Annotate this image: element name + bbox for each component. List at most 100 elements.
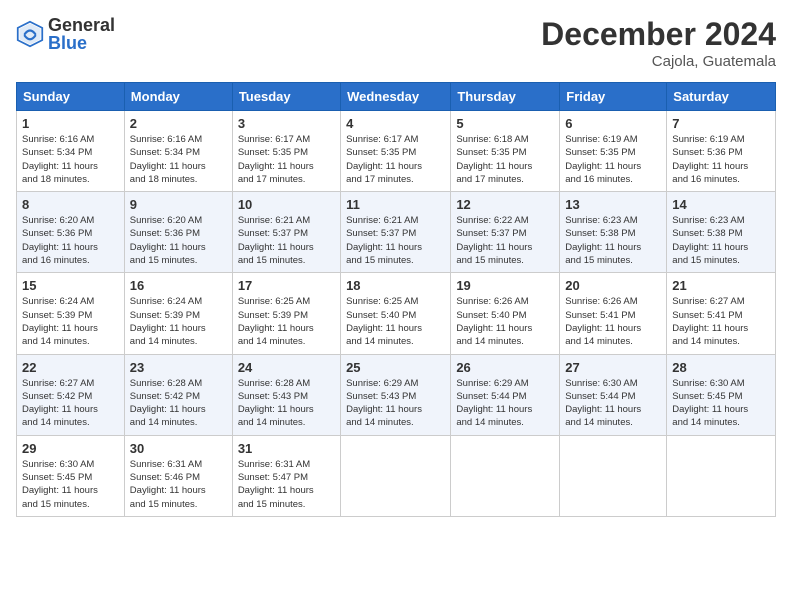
calendar-day-cell: 28 Sunrise: 6:30 AM Sunset: 5:45 PM Dayli… — [667, 354, 776, 435]
month-title: December 2024 — [541, 16, 776, 53]
day-detail: Sunrise: 6:20 AM Sunset: 5:36 PM Dayligh… — [22, 214, 119, 267]
day-number: 17 — [238, 278, 335, 293]
calendar-week-row: 8 Sunrise: 6:20 AM Sunset: 5:36 PM Daylig… — [17, 192, 776, 273]
day-number: 14 — [672, 197, 770, 212]
calendar-day-cell: 9 Sunrise: 6:20 AM Sunset: 5:36 PM Daylig… — [124, 192, 232, 273]
day-number: 1 — [22, 116, 119, 131]
calendar-day-header: Thursday — [451, 83, 560, 111]
day-number: 24 — [238, 360, 335, 375]
page-header: General Blue December 2024 Cajola, Guate… — [16, 16, 776, 70]
calendar-day-cell: 2 Sunrise: 6:16 AM Sunset: 5:34 PM Daylig… — [124, 111, 232, 192]
day-detail: Sunrise: 6:17 AM Sunset: 5:35 PM Dayligh… — [346, 133, 445, 186]
calendar-day-cell: 3 Sunrise: 6:17 AM Sunset: 5:35 PM Daylig… — [232, 111, 340, 192]
calendar-day-cell: 27Sunrise: 6:30 AM Sunset: 5:44 PM Dayli… — [560, 354, 667, 435]
day-number: 11 — [346, 197, 445, 212]
calendar-table: SundayMondayTuesdayWednesdayThursdayFrid… — [16, 82, 776, 517]
title-block: December 2024 Cajola, Guatemala — [541, 16, 776, 70]
day-number: 27 — [565, 360, 661, 375]
day-number: 26 — [456, 360, 554, 375]
day-number: 5 — [456, 116, 554, 131]
calendar-header-row: SundayMondayTuesdayWednesdayThursdayFrid… — [17, 83, 776, 111]
day-detail: Sunrise: 6:22 AM Sunset: 5:37 PM Dayligh… — [456, 214, 554, 267]
day-number: 13 — [565, 197, 661, 212]
day-detail: Sunrise: 6:30 AM Sunset: 5:45 PM Dayligh… — [672, 377, 770, 430]
day-number: 18 — [346, 278, 445, 293]
logo-text: General Blue — [48, 16, 115, 52]
day-number: 16 — [130, 278, 227, 293]
day-detail: Sunrise: 6:26 AM Sunset: 5:40 PM Dayligh… — [456, 295, 554, 348]
day-detail: Sunrise: 6:23 AM Sunset: 5:38 PM Dayligh… — [672, 214, 770, 267]
day-number: 3 — [238, 116, 335, 131]
day-detail: Sunrise: 6:28 AM Sunset: 5:43 PM Dayligh… — [238, 377, 335, 430]
calendar-day-cell: 11Sunrise: 6:21 AM Sunset: 5:37 PM Dayli… — [341, 192, 451, 273]
calendar-day-cell: 8 Sunrise: 6:20 AM Sunset: 5:36 PM Daylig… — [17, 192, 125, 273]
calendar-day-header: Friday — [560, 83, 667, 111]
calendar-day-cell: 15Sunrise: 6:24 AM Sunset: 5:39 PM Dayli… — [17, 273, 125, 354]
day-detail: Sunrise: 6:25 AM Sunset: 5:39 PM Dayligh… — [238, 295, 335, 348]
calendar-week-row: 1 Sunrise: 6:16 AM Sunset: 5:34 PM Daylig… — [17, 111, 776, 192]
day-detail: Sunrise: 6:28 AM Sunset: 5:42 PM Dayligh… — [130, 377, 227, 430]
calendar-day-cell: 14 Sunrise: 6:23 AM Sunset: 5:38 PM Dayli… — [667, 192, 776, 273]
calendar-day-cell: 17 Sunrise: 6:25 AM Sunset: 5:39 PM Dayli… — [232, 273, 340, 354]
day-number: 31 — [238, 441, 335, 456]
logo-general: General — [48, 16, 115, 34]
day-detail: Sunrise: 6:18 AM Sunset: 5:35 PM Dayligh… — [456, 133, 554, 186]
calendar-day-header: Monday — [124, 83, 232, 111]
calendar-day-cell: 30Sunrise: 6:31 AM Sunset: 5:46 PM Dayli… — [124, 435, 232, 516]
day-detail: Sunrise: 6:20 AM Sunset: 5:36 PM Dayligh… — [130, 214, 227, 267]
calendar-day-header: Tuesday — [232, 83, 340, 111]
calendar-day-cell: 16 Sunrise: 6:24 AM Sunset: 5:39 PM Dayli… — [124, 273, 232, 354]
logo-icon — [16, 20, 44, 48]
logo-blue: Blue — [48, 34, 115, 52]
calendar-day-header: Sunday — [17, 83, 125, 111]
calendar-day-cell: 31Sunrise: 6:31 AM Sunset: 5:47 PM Dayli… — [232, 435, 340, 516]
calendar-week-row: 22 Sunrise: 6:27 AM Sunset: 5:42 PM Dayli… — [17, 354, 776, 435]
day-detail: Sunrise: 6:19 AM Sunset: 5:36 PM Dayligh… — [672, 133, 770, 186]
calendar-day-cell: 13 Sunrise: 6:23 AM Sunset: 5:38 PM Dayli… — [560, 192, 667, 273]
day-detail: Sunrise: 6:30 AM Sunset: 5:45 PM Dayligh… — [22, 458, 119, 511]
day-detail: Sunrise: 6:16 AM Sunset: 5:34 PM Dayligh… — [130, 133, 227, 186]
calendar-day-cell: 20 Sunrise: 6:26 AM Sunset: 5:41 PM Dayli… — [560, 273, 667, 354]
day-number: 23 — [130, 360, 227, 375]
calendar-day-cell: 25Sunrise: 6:29 AM Sunset: 5:43 PM Dayli… — [341, 354, 451, 435]
day-number: 6 — [565, 116, 661, 131]
day-detail: Sunrise: 6:23 AM Sunset: 5:38 PM Dayligh… — [565, 214, 661, 267]
calendar-day-cell: 21 Sunrise: 6:27 AM Sunset: 5:41 PM Dayli… — [667, 273, 776, 354]
day-detail: Sunrise: 6:24 AM Sunset: 5:39 PM Dayligh… — [130, 295, 227, 348]
calendar-day-cell — [451, 435, 560, 516]
day-detail: Sunrise: 6:27 AM Sunset: 5:41 PM Dayligh… — [672, 295, 770, 348]
day-detail: Sunrise: 6:26 AM Sunset: 5:41 PM Dayligh… — [565, 295, 661, 348]
day-number: 12 — [456, 197, 554, 212]
day-number: 20 — [565, 278, 661, 293]
calendar-day-cell: 10 Sunrise: 6:21 AM Sunset: 5:37 PM Dayli… — [232, 192, 340, 273]
day-number: 19 — [456, 278, 554, 293]
day-detail: Sunrise: 6:27 AM Sunset: 5:42 PM Dayligh… — [22, 377, 119, 430]
day-number: 15 — [22, 278, 119, 293]
day-number: 28 — [672, 360, 770, 375]
calendar-week-row: 29 Sunrise: 6:30 AM Sunset: 5:45 PM Dayli… — [17, 435, 776, 516]
calendar-day-cell: 22 Sunrise: 6:27 AM Sunset: 5:42 PM Dayli… — [17, 354, 125, 435]
day-number: 21 — [672, 278, 770, 293]
calendar-week-row: 15 Sunrise: 6:24 AM Sunset: 5:39 PM Dayli… — [17, 273, 776, 354]
day-detail: Sunrise: 6:19 AM Sunset: 5:35 PM Dayligh… — [565, 133, 661, 186]
day-number: 25 — [346, 360, 445, 375]
day-number: 9 — [130, 197, 227, 212]
calendar-day-cell — [667, 435, 776, 516]
day-number: 7 — [672, 116, 770, 131]
day-number: 10 — [238, 197, 335, 212]
day-number: 29 — [22, 441, 119, 456]
day-number: 2 — [130, 116, 227, 131]
day-detail: Sunrise: 6:17 AM Sunset: 5:35 PM Dayligh… — [238, 133, 335, 186]
calendar-day-cell — [341, 435, 451, 516]
location: Cajola, Guatemala — [541, 53, 776, 70]
day-number: 30 — [130, 441, 227, 456]
day-detail: Sunrise: 6:21 AM Sunset: 5:37 PM Dayligh… — [238, 214, 335, 267]
calendar-day-header: Saturday — [667, 83, 776, 111]
day-number: 8 — [22, 197, 119, 212]
calendar-day-cell: 26Sunrise: 6:29 AM Sunset: 5:44 PM Dayli… — [451, 354, 560, 435]
day-number: 22 — [22, 360, 119, 375]
calendar-day-cell: 24 Sunrise: 6:28 AM Sunset: 5:43 PM Dayli… — [232, 354, 340, 435]
calendar-day-header: Wednesday — [341, 83, 451, 111]
calendar-day-cell: 1Sunrise: 6:16 AM Sunset: 5:34 PM Daylig… — [17, 111, 125, 192]
calendar-day-cell: 23 Sunrise: 6:28 AM Sunset: 5:42 PM Dayli… — [124, 354, 232, 435]
